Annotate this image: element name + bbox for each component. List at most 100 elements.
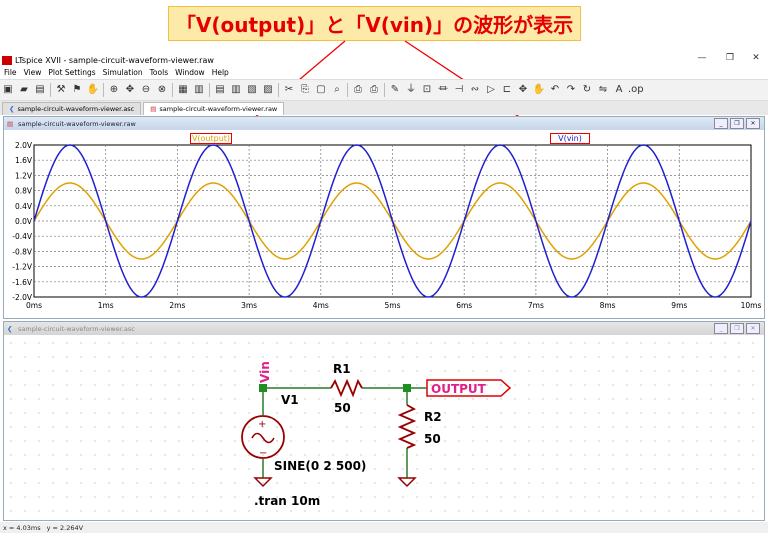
close-window-icon[interactable]: ▨: [261, 83, 275, 97]
tab-label: sample-circuit-waveform-viewer.raw: [159, 105, 278, 113]
status-bar: x = 4.03ms y = 2.264V: [0, 522, 768, 533]
sine-wave-icon: [251, 432, 275, 444]
menu-help[interactable]: Help: [212, 68, 229, 77]
schematic-minimize-button[interactable]: _: [714, 323, 728, 334]
waveform-window: ▤ sample-circuit-waveform-viewer.raw _ ❐…: [3, 116, 765, 319]
run-icon[interactable]: ⚑: [70, 83, 84, 97]
ground-icon[interactable]: ⏚: [404, 83, 418, 97]
component-icon[interactable]: ⊏: [500, 83, 514, 97]
trace-label-output[interactable]: V(output): [190, 133, 232, 144]
label-net-icon[interactable]: ⊡: [420, 83, 434, 97]
control-panel-icon[interactable]: ⚒: [54, 83, 68, 97]
menu-tools[interactable]: Tools: [150, 68, 168, 77]
v1-name-label[interactable]: V1: [281, 393, 299, 407]
undo-icon[interactable]: ↶: [548, 83, 562, 97]
y-tick-label: -0.8V: [12, 247, 33, 256]
waveform-plot[interactable]: 2.0V 1.6V 1.2V 0.8V 0.4V 0.0V -0.4V -0.8V -1.2V -…: [4, 130, 764, 318]
y-tick-label: -1.6V: [12, 278, 33, 287]
x-tick-label: 1ms: [98, 301, 114, 310]
schematic-close-button[interactable]: ✕: [746, 323, 760, 334]
waveform-window-titlebar: ▤ sample-circuit-waveform-viewer.raw _ ❐…: [4, 117, 764, 130]
menu-simulation[interactable]: Simulation: [103, 68, 143, 77]
pan-icon[interactable]: ✥: [123, 83, 137, 97]
inductor-icon[interactable]: ∾: [468, 83, 482, 97]
trace-label-vin[interactable]: V(vin): [550, 133, 590, 144]
x-tick-label: 2ms: [169, 301, 185, 310]
ltspice-logo-icon: [2, 55, 12, 65]
halt-icon[interactable]: ✋: [86, 83, 100, 97]
spice-directive-icon[interactable]: .op: [628, 83, 644, 97]
waveform-close-button[interactable]: ✕: [746, 118, 760, 129]
waveform-minimize-button[interactable]: _: [714, 118, 728, 129]
y-tick-label: 1.6V: [15, 156, 33, 165]
toolbar-divider: [384, 83, 385, 97]
resistor-icon[interactable]: ⏛: [436, 83, 450, 97]
open-folder-icon[interactable]: ▰: [17, 83, 31, 97]
rotate-icon[interactable]: ↻: [580, 83, 594, 97]
diode-icon[interactable]: ▷: [484, 83, 498, 97]
close-button[interactable]: ✕: [742, 53, 768, 63]
v1-value-label[interactable]: SINE(0 2 500): [274, 459, 366, 473]
zoom-fit-icon[interactable]: ⊗: [155, 83, 169, 97]
new-schematic-icon[interactable]: ▣: [1, 83, 15, 97]
tab-waveform[interactable]: ▤ sample-circuit-waveform-viewer.raw: [143, 102, 285, 115]
r1-name-label[interactable]: R1: [333, 362, 351, 376]
ground-icon: [397, 477, 417, 488]
zoom-out-icon[interactable]: ⊖: [139, 83, 153, 97]
y-tick-label: 0.0V: [15, 217, 33, 226]
cascade-icon[interactable]: ▧: [245, 83, 259, 97]
resistor-r1-symbol[interactable]: [330, 378, 363, 398]
schematic-restore-button[interactable]: ❐: [730, 323, 744, 334]
r1-value-label[interactable]: 50: [334, 401, 351, 415]
text-icon[interactable]: A: [612, 83, 626, 97]
zoom-in-icon[interactable]: ⊕: [107, 83, 121, 97]
tab-schematic[interactable]: ❮ sample-circuit-waveform-viewer.asc: [2, 102, 142, 115]
x-tick-label: 4ms: [313, 301, 329, 310]
draw-wire-icon[interactable]: ✎: [388, 83, 402, 97]
r2-name-label[interactable]: R2: [424, 410, 442, 424]
mirror-icon[interactable]: ⇋: [596, 83, 610, 97]
capacitor-icon[interactable]: ⊣: [452, 83, 466, 97]
tile-vertical-icon[interactable]: ▥: [229, 83, 243, 97]
move-icon[interactable]: ✥: [516, 83, 530, 97]
maximize-button[interactable]: ❐: [716, 53, 744, 63]
plot-pane-icon[interactable]: ▥: [192, 83, 206, 97]
y-tick-label: 2.0V: [15, 141, 33, 150]
cut-icon[interactable]: ✂: [282, 83, 296, 97]
copy-icon[interactable]: ⎘: [298, 83, 312, 97]
x-tick-label: 9ms: [671, 301, 687, 310]
resistor-r2-symbol[interactable]: [397, 404, 417, 449]
waveform-tab-icon: ▤: [150, 105, 157, 113]
schematic-canvas[interactable]: + − Vin OUTPUT R1 50 R2 50 V1 SINE(0 2 5…: [4, 335, 764, 520]
drag-icon[interactable]: ✋: [532, 83, 546, 97]
menu-window[interactable]: Window: [175, 68, 205, 77]
app-title: LTspice XVII - sample-circuit-waveform-v…: [15, 55, 214, 65]
paste-icon[interactable]: ▢: [314, 83, 328, 97]
vin-net-label[interactable]: Vin: [258, 361, 272, 383]
menu-view[interactable]: View: [24, 68, 42, 77]
output-net-label[interactable]: OUTPUT: [431, 382, 487, 396]
waveform-window-icon: ▤: [7, 119, 14, 128]
tab-label: sample-circuit-waveform-viewer.asc: [17, 105, 135, 113]
redo-icon[interactable]: ↷: [564, 83, 578, 97]
junction-output: [403, 384, 411, 392]
minimize-button[interactable]: —: [688, 53, 716, 63]
waveform-restore-button[interactable]: ❐: [730, 118, 744, 129]
save-icon[interactable]: ▤: [33, 83, 47, 97]
schematic-window-titlebar: ❮ sample-circuit-waveform-viewer.asc _ ❐…: [4, 322, 764, 335]
find-icon[interactable]: ⌕: [330, 83, 344, 97]
x-tick-label: 5ms: [385, 301, 401, 310]
autorange-icon[interactable]: ▦: [176, 83, 190, 97]
spice-directive[interactable]: .tran 10m: [254, 494, 320, 508]
x-tick-label: 8ms: [600, 301, 616, 310]
toolbar: ▣ ▰ ▤ ⚒ ⚑ ✋ ⊕ ✥ ⊖ ⊗ ▦ ▥ ▤ ▥ ▧ ▨ ✂ ⎘ ▢ ⌕ …: [0, 79, 768, 101]
menu-plot-settings[interactable]: Plot Settings: [48, 68, 95, 77]
y-tick-label: 0.8V: [15, 187, 33, 196]
toolbar-divider: [347, 83, 348, 97]
menu-file[interactable]: File: [4, 68, 17, 77]
app-titlebar: LTspice XVII - sample-circuit-waveform-v…: [0, 53, 768, 67]
r2-value-label[interactable]: 50: [424, 432, 441, 446]
print-icon[interactable]: ⎙: [367, 83, 381, 97]
tile-horizontal-icon[interactable]: ▤: [213, 83, 227, 97]
print-preview-icon[interactable]: ⎙: [351, 83, 365, 97]
